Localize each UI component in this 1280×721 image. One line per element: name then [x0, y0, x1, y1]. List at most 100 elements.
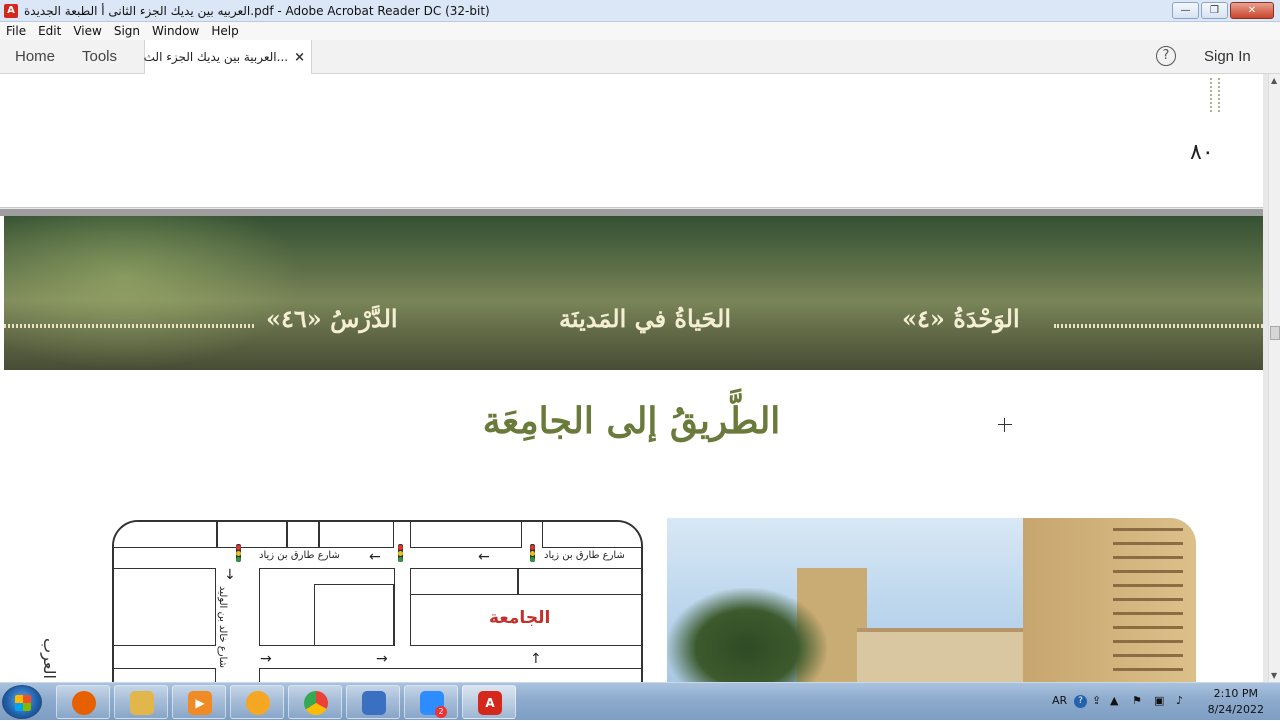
taskbar-zoom[interactable]: 2 [404, 685, 458, 719]
scroll-down-icon[interactable]: ▼ [1271, 671, 1277, 680]
university-photo [667, 518, 1196, 682]
home-tab[interactable]: Home [15, 48, 55, 65]
map-block [114, 668, 216, 682]
unit-label: الوَحْدَةُ «٤» [902, 304, 1020, 333]
arrow-right-icon: → [260, 651, 272, 667]
minimize-button[interactable]: — [1172, 2, 1199, 19]
taskbar-acrobat[interactable]: A [462, 685, 516, 719]
traffic-light-icon [530, 544, 535, 562]
scroll-up-icon[interactable]: ▲ [1271, 76, 1277, 85]
map-block [410, 568, 518, 596]
window-title: العربيه بين يديك الجزء الثانى أ الطبعة ا… [24, 3, 490, 18]
firefox-icon [72, 691, 96, 715]
taskbar: ▶ 2 A AR ? ⇪ ▲ ⚑ ▣ ♪ 2:10 PM 8/24/2022 [0, 682, 1280, 720]
notification-badge: 2 [435, 706, 447, 718]
taskbar-firefox[interactable] [56, 685, 110, 719]
map-block [410, 522, 522, 548]
help-tray-icon[interactable]: ? [1074, 695, 1087, 708]
scrollbar-thumb[interactable] [1270, 326, 1280, 340]
device-tray-icon[interactable]: ▣ [1154, 694, 1164, 707]
menu-file[interactable]: File [6, 24, 26, 38]
start-button[interactable] [2, 685, 42, 719]
map-block [287, 522, 319, 548]
document-icon [362, 691, 386, 715]
document-tab[interactable]: العربية بين يديك الجزء الث... × [144, 40, 312, 74]
menu-edit[interactable]: Edit [38, 24, 61, 38]
lesson-number-label: الدَّرْسُ «٤٦» [266, 304, 398, 333]
flag-tray-icon[interactable]: ⚑ [1132, 694, 1142, 707]
map-block [314, 584, 394, 646]
traffic-light-icon [236, 544, 241, 562]
taskbar-media[interactable]: ▶ [172, 685, 226, 719]
banner-glow [4, 216, 304, 370]
street-label-top-right: شارع طارق بن زياد [544, 550, 625, 561]
banner-chain-right [1054, 324, 1263, 328]
media-player-icon: ▶ [188, 691, 212, 715]
arrow-down-icon: ↓ [224, 567, 236, 583]
network-tray-icon[interactable]: ⇪ [1092, 694, 1101, 707]
decorative-ornament [1210, 78, 1220, 112]
palm-tree-image [667, 588, 827, 682]
traffic-light-icon [398, 544, 403, 562]
map-block [542, 522, 641, 548]
clock-date: 8/24/2022 [1207, 703, 1264, 716]
page-number: ٨٠ [1190, 140, 1214, 165]
close-button[interactable]: ✕ [1230, 2, 1274, 19]
pdf-page-current: الدَّرْسُ «٤٦» الحَياةُ في المَدينَة الو… [0, 216, 1263, 682]
building-image [1023, 518, 1196, 682]
lesson-banner: الدَّرْسُ «٤٦» الحَياةُ في المَدينَة الو… [4, 216, 1263, 370]
acrobat-icon: A [478, 691, 502, 715]
sign-in-button[interactable]: Sign In [1204, 48, 1251, 65]
lesson-title: الطَّريقُ إلى الجامِعَة [482, 400, 781, 442]
map-block [114, 568, 216, 646]
menu-window[interactable]: Window [152, 24, 199, 38]
page-separator [0, 209, 1263, 216]
window-controls: — ❐ ✕ [1172, 2, 1274, 19]
side-margin-text: العرب [40, 638, 59, 679]
tools-tab[interactable]: Tools [82, 48, 117, 65]
taskbar-document[interactable] [346, 685, 400, 719]
map-block [217, 522, 287, 548]
document-tab-label: العربية بين يديك الجزء الث... [143, 50, 289, 64]
restore-button[interactable]: ❐ [1201, 2, 1228, 19]
system-tray: AR ? ⇪ ▲ ⚑ ▣ ♪ 2:10 PM 8/24/2022 [1040, 683, 1280, 721]
pdf-page-previous: ٨٠ [0, 74, 1263, 208]
menu-view[interactable]: View [73, 24, 101, 38]
menu-help[interactable]: Help [211, 24, 238, 38]
vertical-scrollbar[interactable]: ▲ ▼ [1268, 74, 1280, 682]
clock[interactable]: 2:10 PM 8/24/2022 [1208, 686, 1264, 718]
taskbar-explorer[interactable] [114, 685, 168, 719]
taskbar-vlc[interactable] [230, 685, 284, 719]
taskbar-chrome[interactable] [288, 685, 342, 719]
menu-sign[interactable]: Sign [114, 24, 140, 38]
arrow-left-icon: ← [369, 549, 381, 565]
arrow-up-icon: ↑ [530, 651, 542, 667]
title-bar: A العربيه بين يديك الجزء الثانى أ الطبعة… [0, 0, 1280, 22]
close-tab-icon[interactable]: × [294, 50, 305, 65]
crosshair-cursor-icon [998, 418, 1012, 432]
clock-time: 2:10 PM [1213, 687, 1258, 700]
map-block [319, 522, 394, 548]
help-icon[interactable]: ? [1156, 46, 1176, 66]
file-explorer-icon [130, 691, 154, 715]
life-in-city-label: الحَياةُ في المَدينَة [559, 304, 732, 333]
map-block [259, 668, 641, 682]
map-block [114, 522, 217, 548]
show-hidden-icons[interactable]: ▲ [1110, 694, 1118, 707]
document-view[interactable]: ٨٠ الدَّرْسُ «٤٦» الحَياةُ في المَدينَة … [0, 74, 1268, 682]
acrobat-app-icon: A [4, 3, 18, 18]
street-label-vertical: شارع خالد بن الوليد [217, 586, 228, 668]
windows-logo-icon [15, 695, 31, 711]
volume-icon[interactable]: ♪ [1176, 694, 1183, 707]
language-indicator[interactable]: AR [1052, 694, 1067, 707]
university-label: الجامعة [489, 608, 551, 628]
arrow-left-icon: ← [478, 549, 490, 565]
street-map: شارع طارق بن زياد شارع طارق بن زياد ← ← … [112, 520, 643, 682]
street-label-top-left: شارع طارق بن زياد [259, 550, 340, 561]
menu-bar: File Edit View Sign Window Help [0, 22, 1280, 40]
map-block [518, 568, 641, 596]
chrome-icon [304, 691, 328, 715]
arrow-right-icon: → [376, 651, 388, 667]
vlc-icon [246, 691, 270, 715]
tab-bar: Home Tools العربية بين يديك الجزء الث...… [0, 40, 1280, 74]
